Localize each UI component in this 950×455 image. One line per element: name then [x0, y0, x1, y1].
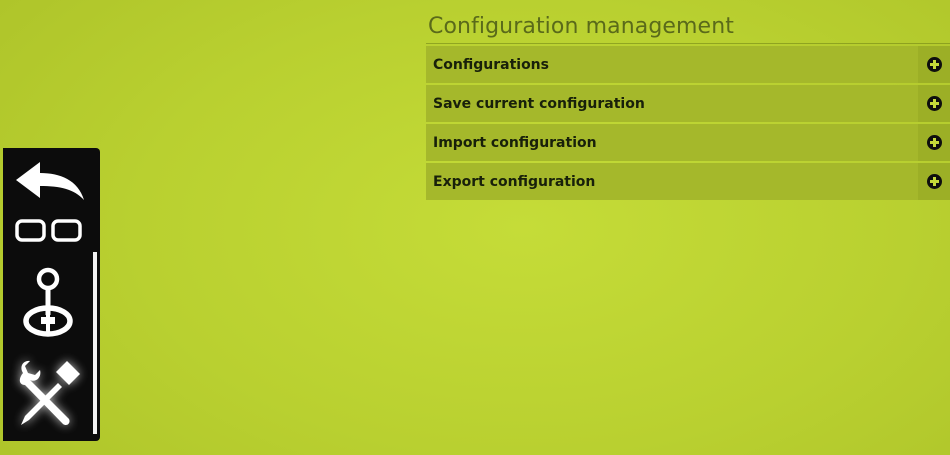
menu-item-export-configuration[interactable]: Export configuration: [426, 163, 950, 200]
back-arrow-icon: [16, 162, 84, 200]
windows-button[interactable]: [3, 212, 93, 250]
configuration-panel: Configuration management Configurations …: [426, 10, 950, 202]
expand-button[interactable]: [918, 85, 950, 122]
menu-item-label: Save current configuration: [433, 95, 645, 112]
joystick-button[interactable]: [3, 256, 93, 348]
menu-item-label: Import configuration: [433, 134, 597, 151]
menu-item-import-configuration[interactable]: Import configuration: [426, 124, 950, 161]
joystick-icon: [23, 267, 73, 337]
menu-item-save-current-configuration[interactable]: Save current configuration: [426, 85, 950, 122]
menu-item-label: Configurations: [433, 56, 549, 73]
tools-icon: [19, 360, 80, 426]
back-button[interactable]: [3, 152, 93, 212]
panel-title: Configuration management: [426, 10, 950, 44]
tools-button[interactable]: [3, 348, 93, 436]
expand-button[interactable]: [918, 124, 950, 161]
side-dock: [3, 148, 100, 441]
plus-circle-icon: [926, 135, 942, 150]
plus-circle-icon: [926, 96, 942, 111]
menu-item-label: Export configuration: [433, 173, 596, 190]
expand-button[interactable]: [918, 46, 950, 83]
plus-circle-icon: [926, 174, 942, 189]
plus-circle-icon: [926, 57, 942, 72]
expand-button[interactable]: [918, 163, 950, 200]
windows-icon: [15, 219, 82, 242]
menu-item-configurations[interactable]: Configurations: [426, 46, 950, 83]
dock-scrollbar[interactable]: [93, 252, 97, 434]
configuration-menu: Configurations Save current configuratio…: [426, 46, 950, 200]
